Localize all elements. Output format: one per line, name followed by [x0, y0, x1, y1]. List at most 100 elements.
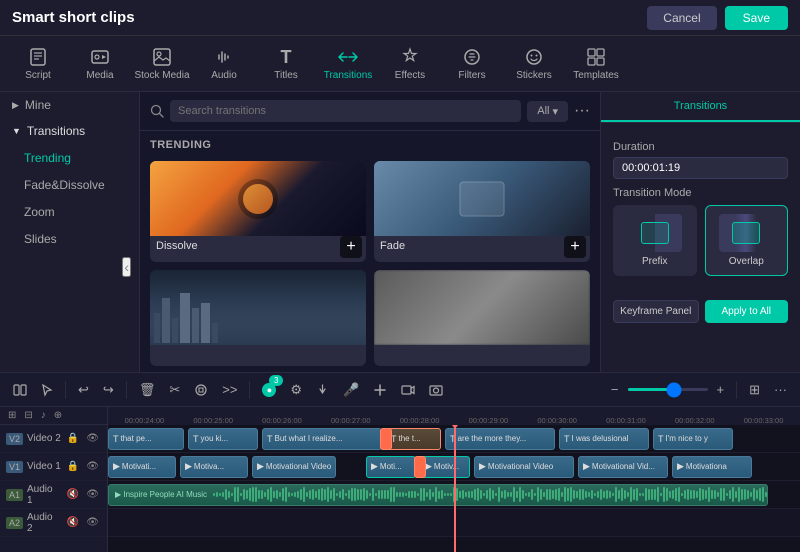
- clip-v1-6[interactable]: ▶Motivational Video: [474, 456, 574, 478]
- cut-button[interactable]: ✂: [164, 378, 185, 402]
- audio-icon: [213, 46, 235, 68]
- toolbar-stickers[interactable]: Stickers: [504, 38, 564, 90]
- clip-v2-1[interactable]: Tthat pe...: [108, 428, 184, 450]
- clip-v1-7[interactable]: ▶Motivational Vid...: [578, 456, 668, 478]
- clip-insert-button[interactable]: [368, 379, 392, 401]
- clip-v2-7[interactable]: TI'm nice to y: [653, 428, 733, 450]
- track-a2-eye[interactable]: 👁: [84, 516, 101, 529]
- cursor-button[interactable]: [36, 379, 58, 401]
- chevron-right-icon: ▶: [12, 100, 19, 111]
- clip-v2-2[interactable]: Tyou ki...: [188, 428, 258, 450]
- transitions-center-panel: All ▾ ··· TRENDING + Dissolve: [140, 92, 600, 372]
- fade-label: Fade: [374, 236, 590, 258]
- overlap-thumbnail: [719, 214, 773, 252]
- zoom-in-button[interactable]: +: [712, 378, 730, 401]
- filter-dropdown[interactable]: All ▾: [527, 101, 568, 122]
- clip-v2-4[interactable]: Tthe t...: [386, 428, 441, 450]
- more-options-button[interactable]: ···: [574, 102, 590, 120]
- track-a2-mute[interactable]: 🔇: [65, 516, 81, 529]
- toolbar-transitions[interactable]: Transitions: [318, 38, 378, 90]
- transition-blur[interactable]: [374, 270, 590, 367]
- transition-marker-1[interactable]: [380, 428, 392, 450]
- play-toggle-button[interactable]: ● 3: [257, 379, 281, 401]
- clip-v2-3[interactable]: TBut what I realize...: [262, 428, 382, 450]
- settings-button[interactable]: ⚙: [285, 378, 307, 402]
- sidebar-transitions-header[interactable]: ▼ Transitions: [0, 118, 139, 144]
- zoom-slider[interactable]: [628, 388, 708, 391]
- clip-v1-2[interactable]: ▶Motiva...: [180, 456, 248, 478]
- voice-button[interactable]: 🎤: [338, 378, 364, 402]
- clip-audio1[interactable]: ▶ Inspire People AI Music // Will genera…: [108, 484, 768, 506]
- track-v1-lock[interactable]: 🔒: [65, 460, 81, 473]
- tab-transitions[interactable]: Transitions: [601, 92, 800, 122]
- sidebar-item-fade[interactable]: Fade&Dissolve: [4, 172, 135, 198]
- delete-button[interactable]: 🗑: [134, 378, 161, 402]
- transition-fade[interactable]: + Fade: [374, 161, 590, 262]
- record-button[interactable]: [396, 380, 420, 400]
- toolbar-templates[interactable]: Templates: [566, 38, 626, 90]
- transitions-icon: [337, 46, 359, 68]
- audio-edit-button[interactable]: [189, 379, 213, 401]
- clip-v1-1[interactable]: ▶Motivati...: [108, 456, 176, 478]
- toolbar-titles[interactable]: T Titles: [256, 38, 316, 90]
- toolbar-media[interactable]: Media: [70, 38, 130, 90]
- apply-to-all-button[interactable]: Apply to All: [705, 300, 789, 323]
- sidebar-collapse-button[interactable]: ‹: [122, 257, 131, 277]
- right-panel: Transitions Duration Transition Mode Pre…: [600, 92, 800, 372]
- clip-v1-8[interactable]: ▶Motivationa: [672, 456, 752, 478]
- sidebar-item-zoom[interactable]: Zoom: [4, 199, 135, 225]
- add-dissolve-button[interactable]: +: [340, 236, 362, 258]
- zoom-out-button[interactable]: −: [606, 378, 624, 401]
- sidebar-mine[interactable]: ▶ Mine: [0, 92, 139, 118]
- track-label-video1: V1 Video 1 🔒 👁: [0, 453, 107, 481]
- app-title: Smart short clips: [12, 9, 135, 26]
- toolbar-stock[interactable]: Stock Media: [132, 38, 192, 90]
- toolbar-script[interactable]: Script: [8, 38, 68, 90]
- track-v1-eye[interactable]: 👁: [84, 460, 101, 473]
- transition-marker-2[interactable]: [414, 456, 426, 478]
- transition-mode-grid: Prefix Overlap: [613, 205, 788, 276]
- dissolve-label: Dissolve: [150, 236, 366, 258]
- duration-input[interactable]: [613, 157, 788, 179]
- add-fade-button[interactable]: +: [564, 236, 586, 258]
- track-v2-eye[interactable]: 👁: [84, 432, 101, 445]
- layout-button[interactable]: ⊞: [744, 378, 765, 402]
- clip-v1-5[interactable]: ▶Motiv...: [420, 456, 470, 478]
- more-tools-button[interactable]: >>: [217, 378, 242, 401]
- keyframe-panel-button[interactable]: Keyframe Panel: [613, 300, 699, 323]
- city-label: [150, 345, 366, 363]
- track-v2-lock[interactable]: 🔒: [65, 432, 81, 445]
- search-input[interactable]: [170, 100, 521, 122]
- undo-button[interactable]: ↩: [73, 378, 94, 402]
- main-toolbar: Script Media Stock Media Audio T Titles …: [0, 36, 800, 92]
- add-track-button[interactable]: ⊞: [6, 409, 18, 422]
- mode-overlap[interactable]: Overlap: [705, 205, 789, 276]
- toolbar-filters[interactable]: Filters: [442, 38, 502, 90]
- sidebar-item-trending[interactable]: Trending: [4, 145, 135, 171]
- save-button[interactable]: Save: [725, 6, 788, 30]
- toolbar-audio[interactable]: Audio: [194, 38, 254, 90]
- mode-prefix[interactable]: Prefix: [613, 205, 697, 276]
- chevron-down-icon: ▼: [12, 126, 21, 136]
- redo-button[interactable]: ↪: [98, 378, 119, 402]
- transition-city[interactable]: [150, 270, 366, 367]
- blur-thumbnail: [374, 270, 590, 345]
- clip-v1-3[interactable]: ▶Motivational Video: [252, 456, 336, 478]
- clip-v2-5[interactable]: Tare the more they...: [445, 428, 555, 450]
- track-auto-button[interactable]: ⊕: [52, 409, 64, 422]
- clip-v2-6[interactable]: TI was delusional: [559, 428, 649, 450]
- cancel-button[interactable]: Cancel: [647, 6, 716, 30]
- extra-options-button[interactable]: ···: [769, 378, 792, 401]
- track-a1-eye[interactable]: 👁: [84, 488, 101, 501]
- toolbar-effects[interactable]: Effects: [380, 38, 440, 90]
- marker-button[interactable]: [311, 379, 334, 401]
- timeline-scroll-area[interactable]: 00:00:24:00 00:00:25:00 00:00:26:00 00:0…: [108, 407, 800, 552]
- track-a1-mute[interactable]: 🔇: [65, 488, 81, 501]
- split-button[interactable]: [8, 379, 32, 401]
- sidebar-item-slides[interactable]: Slides: [4, 226, 135, 252]
- clip-v1-4[interactable]: ▶Moti...: [366, 456, 416, 478]
- track-audio-button[interactable]: ♪: [39, 409, 48, 422]
- track-settings-button[interactable]: ⊟: [22, 409, 34, 422]
- transition-dissolve[interactable]: + Dissolve: [150, 161, 366, 262]
- screenshot-button[interactable]: [424, 380, 448, 400]
